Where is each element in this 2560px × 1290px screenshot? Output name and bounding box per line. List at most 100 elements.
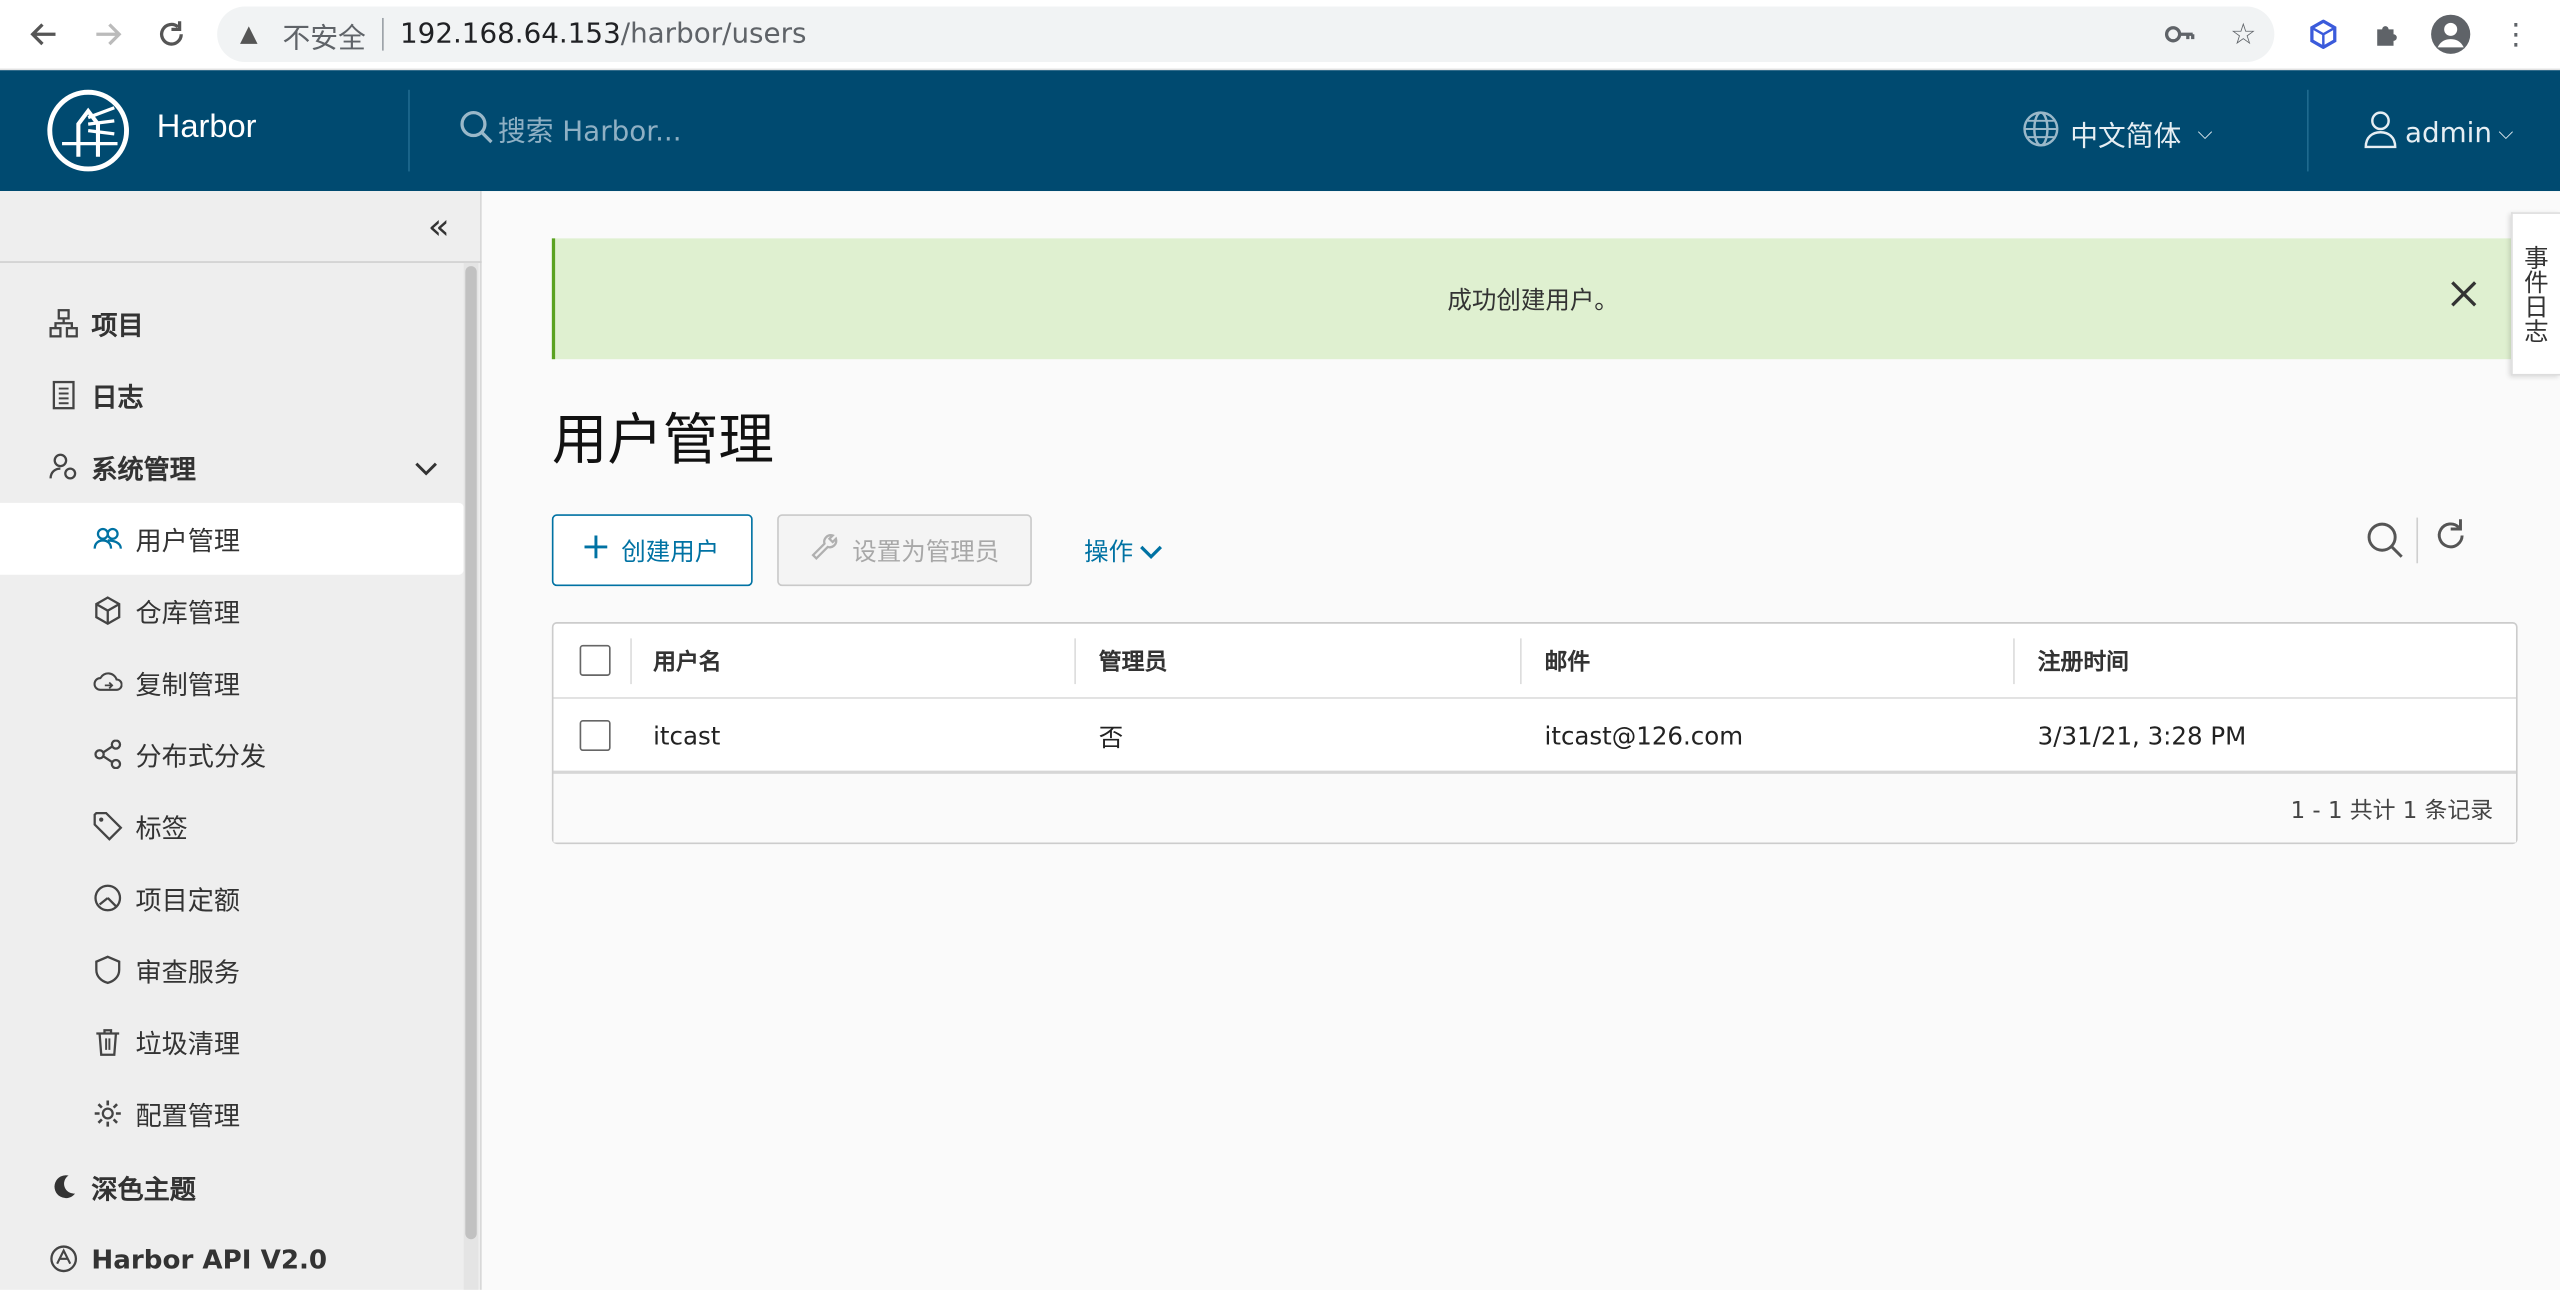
brand-name[interactable]: Harbor [157,109,257,147]
column-divider [1074,638,1076,684]
star-icon[interactable]: ☆ [2224,15,2263,54]
forward-icon[interactable] [87,13,129,55]
actions-dropdown[interactable]: 操作 [1084,534,1162,568]
column-divider [2013,638,2015,684]
back-icon[interactable] [23,13,65,55]
column-divider [1520,638,1522,684]
header-divider [2307,90,2309,172]
users-table: 用户名 管理员 邮件 注册时间 itcast 否 itcast@126.com … [552,622,2518,844]
sidebar-item-users[interactable]: 用户管理 [0,503,464,575]
select-all-checkbox[interactable] [580,645,611,676]
url-host: 192.168.64.153 [400,18,621,51]
trash-icon [93,1027,122,1056]
set-admin-button[interactable]: 设置为管理员 [777,514,1032,586]
app-header: Harbor 中文简体 ⌵ admin ⌵ [0,70,2560,191]
username-label: admin [2405,117,2492,150]
actions-label: 操作 [1084,534,1133,568]
sidebar-item-label: 审查服务 [136,950,241,989]
sidebar-item-labels[interactable]: 标签 [0,790,464,862]
shield-icon [93,955,122,984]
scrollbar-thumb[interactable] [465,266,476,1239]
language-label: 中文简体 [2070,113,2181,154]
refresh-icon[interactable] [2433,518,2469,564]
security-label: 不安全 [282,14,365,55]
address-divider [382,18,384,51]
sidebar-item-registries[interactable]: 仓库管理 [0,575,464,647]
column-header-registered[interactable]: 注册时间 [2038,624,2129,699]
harbor-api-link[interactable]: Harbor API V2.0 [0,1223,464,1290]
user-menu[interactable]: admin ⌵ [2363,109,2514,156]
sidebar-item-gc[interactable]: 垃圾清理 [0,1006,464,1078]
pagination-summary: 1 - 1 共计 1 条记录 [2291,793,2494,826]
profile-icon[interactable] [2429,13,2471,55]
sidebar-item-label: 垃圾清理 [136,1022,241,1061]
sidebar-item-label: 复制管理 [136,663,241,702]
event-log-tab[interactable]: 事件日志 [2511,212,2560,375]
create-user-button[interactable]: 创建用户 [552,514,753,586]
sidebar-item-configuration[interactable]: 配置管理 [0,1078,464,1150]
sidebar-item-replications[interactable]: 复制管理 [0,647,464,719]
sidebar-item-label: Harbor API V2.0 [91,1243,327,1274]
table-footer: 1 - 1 共计 1 条记录 [553,774,2516,843]
column-header-username[interactable]: 用户名 [653,624,722,699]
search-input[interactable] [498,115,988,148]
dark-theme-toggle[interactable]: 深色主题 [0,1151,464,1223]
row-checkbox[interactable] [580,720,611,751]
global-search[interactable] [459,109,988,153]
cell-admin: 否 [1099,699,1124,774]
sidebar-item-quotas[interactable]: 项目定额 [0,862,464,934]
url-path: /harbor/users [621,18,807,51]
search-icon[interactable] [2366,521,2405,570]
address-bar[interactable]: ▲ 不安全 192.168.64.153/harbor/users ☆ [217,7,2274,63]
sidebar-item-label: 分布式分发 [136,735,267,774]
user-icon [2363,109,2399,156]
chevron-down-icon: ⌵ [2198,121,2213,145]
wrench-icon [810,532,839,568]
sidebar-item-projects[interactable]: 项目 [0,287,464,359]
sidebar-item-distribution[interactable]: 分布式分发 [0,718,464,790]
toolbar-divider [2416,518,2418,564]
sidebar-item-label: 标签 [136,807,188,846]
table-row[interactable]: itcast 否 itcast@126.com 3/31/21, 3:28 PM [553,699,2516,774]
sidebar-item-label: 仓库管理 [136,591,241,630]
cell-registered: 3/31/21, 3:28 PM [2038,699,2247,774]
menu-dots-icon[interactable]: ⋮ [2495,13,2537,55]
quota-icon [93,883,122,912]
sidebar-item-label: 项目定额 [136,878,241,917]
harbor-logo[interactable] [47,90,129,172]
sidebar-item-label: 用户管理 [136,519,241,558]
extension-cube-icon[interactable] [2302,13,2344,55]
distribution-icon [93,740,122,769]
success-alert: 成功创建用户。 [552,238,2511,359]
column-header-admin[interactable]: 管理员 [1099,624,1168,699]
search-icon [459,109,495,153]
globe-icon [2021,109,2060,156]
table-header-row: 用户名 管理员 邮件 注册时间 [553,624,2516,699]
key-icon[interactable] [2160,15,2199,54]
close-icon[interactable] [2449,278,2478,319]
sidebar-item-label: 深色主题 [91,1167,196,1206]
column-divider [630,638,632,684]
tag-icon [93,811,122,840]
sidebar-item-interrogation[interactable]: 审查服务 [0,934,464,1006]
collapse-double-chevron-icon[interactable]: « [428,207,450,248]
sidebar-item-administration[interactable]: 系统管理 [0,431,464,503]
sidebar: « 项目 日志 系统管理 用户管理 仓库管理 复制管理 分布式 [0,191,482,1290]
reload-icon[interactable] [150,13,192,55]
browser-toolbar: ▲ 不安全 192.168.64.153/harbor/users ☆ ⋮ [0,0,2560,70]
moon-icon [49,1172,78,1201]
puzzle-icon[interactable] [2366,13,2408,55]
log-icon [49,380,78,409]
language-selector[interactable]: 中文简体 ⌵ [2021,109,2212,156]
column-header-email[interactable]: 邮件 [1545,624,1591,699]
project-icon [49,309,78,338]
cell-email: itcast@126.com [1545,699,1744,774]
sidebar-item-logs[interactable]: 日志 [0,359,464,431]
sidebar-scrollbar[interactable] [464,263,479,1290]
event-log-label: 事件日志 [2519,245,2553,343]
alert-message: 成功创建用户。 [1447,282,1618,316]
set-admin-label: 设置为管理员 [852,533,999,567]
plus-icon [585,536,608,565]
sidebar-item-label: 系统管理 [91,447,196,486]
api-icon [49,1244,78,1273]
